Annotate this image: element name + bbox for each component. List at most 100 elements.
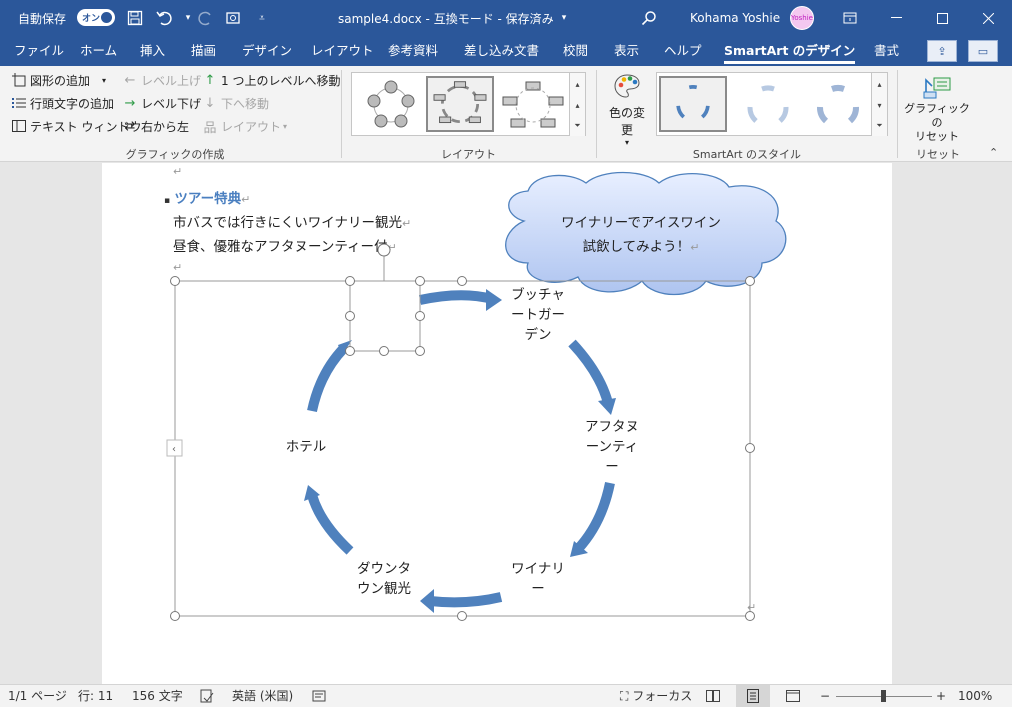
cycle-node-butchart[interactable]: ブッチャ ートガー デン — [498, 285, 578, 345]
smartart-canvas[interactable]: ‹ — [162, 233, 832, 623]
layout-thumb-basic-cycle[interactable] — [356, 76, 424, 132]
status-line[interactable]: 行: 11 — [78, 685, 113, 707]
document-area: ↵ ▪ ツアー特典↵ 市バスでは行きにくいワイナリー観光↵ 昼食、優雅なアフタヌ… — [0, 163, 1012, 684]
focus-button[interactable]: ⛶ フォーカス — [620, 685, 692, 707]
comments-icon[interactable]: ▭ — [968, 40, 998, 62]
save-icon[interactable] — [125, 8, 145, 28]
cycle-node-downtown[interactable]: ダウンタ ウン観光 — [344, 559, 424, 599]
move-up-button[interactable]: ↑ 1 つ上のレベルへ移動 — [202, 70, 341, 90]
cycle-node-winery[interactable]: ワイナリ ー — [498, 559, 578, 599]
body-line-1[interactable]: 市バスでは行きにくいワイナリー観光↵ — [173, 211, 411, 231]
zoom-in-button[interactable]: + — [936, 685, 946, 707]
tab-draw[interactable]: 描画 — [191, 36, 216, 66]
gallery-more-up[interactable]: ▴ — [569, 73, 585, 95]
share-icon[interactable]: ⇪ — [927, 40, 957, 62]
tab-file[interactable]: ファイル — [14, 36, 64, 66]
bullet-list-icon — [11, 95, 27, 111]
group-label-layout: レイアウト — [441, 148, 496, 161]
group-separator — [596, 70, 597, 158]
page: ↵ ▪ ツアー特典↵ 市バスでは行きにくいワイナリー観光↵ 昼食、優雅なアフタヌ… — [102, 163, 892, 684]
add-shape-button[interactable]: 図形の追加 ▾ — [11, 70, 106, 90]
title-dropdown-icon[interactable]: ▾ — [554, 8, 574, 28]
status-page[interactable]: 1/1 ページ — [8, 685, 67, 707]
chevron-down-icon: ▾ — [102, 75, 107, 85]
tab-home[interactable]: ホーム — [80, 36, 117, 66]
tab-view[interactable]: 表示 — [614, 36, 639, 66]
touch-mode-icon[interactable] — [224, 8, 244, 28]
status-bar: 1/1 ページ 行: 11 156 文字 英語 (米国) ⛶ フォーカス − +… — [0, 684, 1012, 707]
undo-icon[interactable] — [155, 8, 175, 28]
group-separator — [341, 70, 342, 158]
tab-design[interactable]: デザイン — [242, 36, 292, 66]
heading-line[interactable]: ▪ ツアー特典↵ — [164, 187, 250, 207]
add-bullet-button[interactable]: 行頭文字の追加 — [11, 93, 114, 113]
tab-insert[interactable]: 挿入 — [140, 36, 165, 66]
close-icon[interactable] — [965, 0, 1011, 36]
style-scroll-down[interactable]: ▾ — [871, 95, 887, 115]
tab-review[interactable]: 校閲 — [563, 36, 588, 66]
right-to-left-button[interactable]: ⇄ 右から左 — [122, 116, 189, 136]
zoom-level[interactable]: 100% — [958, 685, 992, 707]
group-label-reset: リセット — [916, 148, 960, 161]
change-colors-label: 色の変更 — [608, 106, 645, 137]
tab-smartart-design[interactable]: SmartArt のデザイン — [724, 36, 856, 66]
cycle-node-hotel[interactable]: ホテル — [266, 437, 346, 457]
reset-graphic-icon — [903, 70, 971, 102]
style-thumb-simple[interactable] — [659, 76, 727, 132]
reset-graphic-button[interactable]: グラフィックの リセット — [903, 70, 971, 143]
user-name[interactable]: Kohama Yoshie — [690, 0, 780, 36]
tab-references[interactable]: 参考資料 — [388, 36, 438, 66]
tab-layout[interactable]: レイアウト — [311, 36, 374, 66]
group-label-styles: SmartArt のスタイル — [692, 148, 802, 161]
document-title[interactable]: sample4.docx - 互換モード - 保存済み — [338, 0, 554, 36]
web-layout-icon[interactable] — [786, 685, 800, 707]
accessibility-icon[interactable] — [312, 685, 326, 707]
text-pane-icon — [11, 118, 27, 134]
tab-format[interactable]: 書式 — [874, 36, 899, 66]
toggle-knob — [101, 12, 112, 23]
arrow-right-icon: → — [124, 95, 136, 111]
status-language[interactable]: 英語 (米国) — [232, 685, 293, 707]
arrow-down-icon: ↓ — [204, 95, 216, 111]
autosave-label: 自動保存 — [18, 11, 67, 26]
gallery-more-button[interactable]: ⏷ — [569, 115, 585, 136]
svg-text:‹: ‹ — [172, 444, 176, 455]
arrow-left-icon: ← — [124, 72, 136, 88]
gallery-scroll-up[interactable]: ▴ — [569, 95, 585, 115]
status-chars[interactable]: 156 文字 — [132, 685, 183, 707]
zoom-out-button[interactable]: − — [820, 685, 830, 707]
title-bar: 自動保存 オン ▾ ⩡ sample4.docx - 互換モード - 保存済み … — [0, 0, 1012, 36]
style-thumb-subtle[interactable] — [733, 76, 801, 132]
ribbon-display-icon[interactable] — [840, 8, 860, 28]
zoom-slider-thumb[interactable] — [881, 690, 886, 702]
layout-gallery: ▴ ▴ ⏷ — [351, 72, 586, 136]
zoom-slider[interactable] — [836, 685, 932, 707]
heading-text: ツアー特典 — [174, 191, 242, 207]
style-scroll-up[interactable]: ▴ — [871, 73, 887, 95]
redo-icon — [195, 8, 215, 28]
change-colors-button[interactable]: 色の変更 ▾ — [604, 70, 650, 147]
tab-mailings[interactable]: 差し込み文書 — [464, 36, 539, 66]
collapse-ribbon-icon[interactable]: ⌃ — [989, 146, 998, 159]
maximize-icon[interactable] — [919, 0, 965, 36]
avatar[interactable]: Yoshie — [790, 6, 814, 30]
cycle-node-afternoon-tea[interactable]: アフタヌ ーンティ ー — [572, 417, 652, 477]
proofing-icon[interactable] — [200, 685, 214, 707]
chevron-down-icon: ▾ — [283, 121, 288, 131]
autosave-toggle[interactable]: オン — [77, 9, 115, 26]
minimize-icon[interactable] — [873, 0, 919, 36]
style-thumb-moderate[interactable] — [803, 76, 871, 132]
layout-button: 品 レイアウト ▾ — [203, 119, 288, 136]
style-more-button[interactable]: ⏷ — [871, 115, 887, 136]
print-layout-icon[interactable] — [736, 685, 770, 707]
search-icon[interactable] — [639, 8, 659, 28]
demote-button[interactable]: → レベル下げ — [122, 93, 201, 113]
customize-qat-icon[interactable]: ⩡ — [252, 8, 272, 28]
layout-thumb-block-cycle[interactable] — [498, 76, 566, 132]
read-mode-icon[interactable] — [706, 685, 720, 707]
move-down-button: ↓ 下へ移動 — [202, 93, 269, 113]
reset-label-1: グラフィックの — [904, 102, 970, 129]
tab-help[interactable]: ヘルプ — [664, 36, 702, 66]
layout-thumb-continuous-cycle[interactable] — [426, 76, 494, 132]
ribbon-tabs: ファイル ホーム 挿入 描画 デザイン レイアウト 参考資料 差し込み文書 校閲… — [0, 36, 1012, 66]
